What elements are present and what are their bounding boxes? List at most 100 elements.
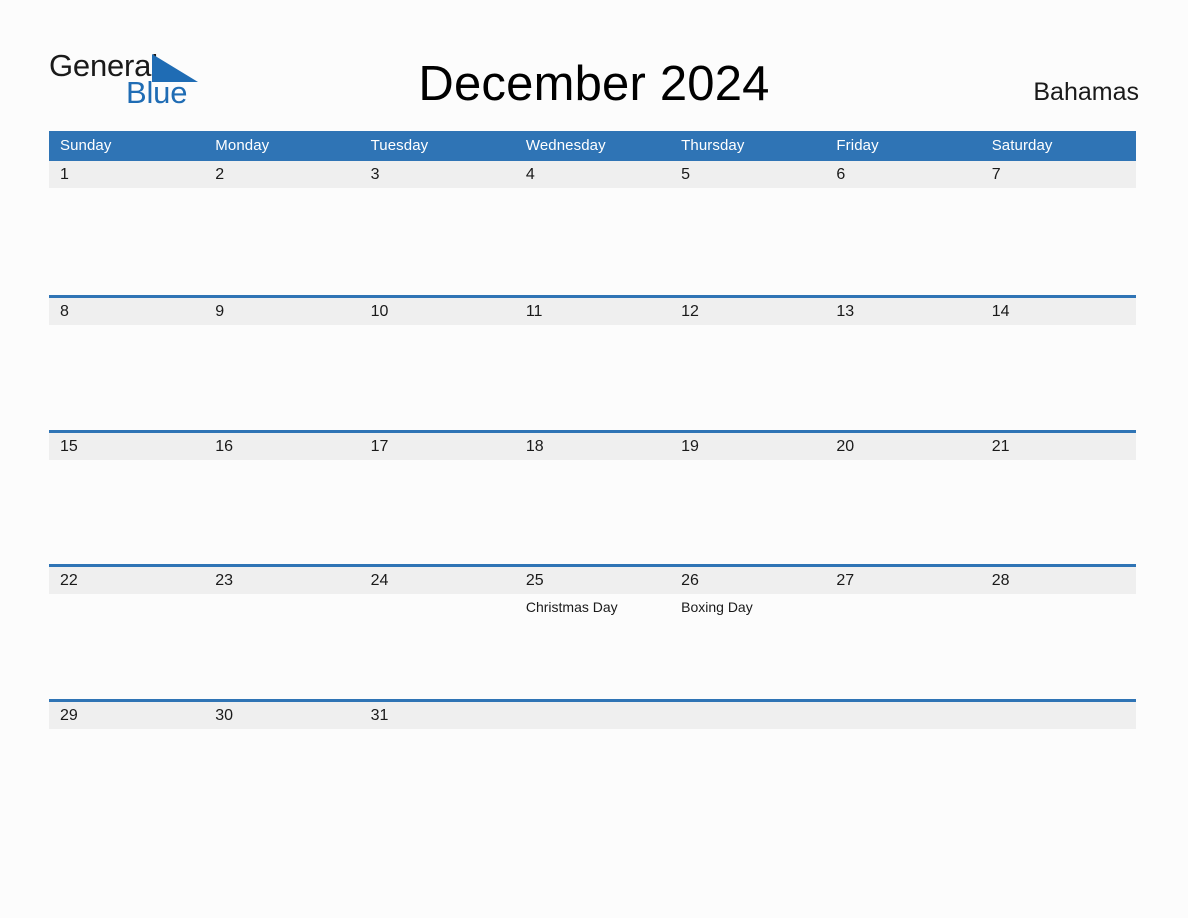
day-cell[interactable] [825,702,980,834]
day-event [215,594,359,597]
day-number: 28 [991,572,1010,589]
day-cell[interactable]: 20 [825,433,980,565]
day-number: 27 [836,572,855,589]
day-number: 19 [681,437,699,455]
day-cell[interactable]: 16 [204,433,359,565]
day-cell[interactable]: 15 [49,433,204,565]
day-event [526,460,670,463]
day-event [371,188,515,191]
day-cell[interactable]: 6 [825,161,980,295]
day-cell[interactable]: 7 [981,161,1136,295]
day-cell[interactable]: 11 [515,298,670,430]
day-cell[interactable] [515,702,670,834]
day-number: 20 [836,437,855,455]
day-cell[interactable]: 14 [981,298,1136,430]
day-number: 4 [525,166,535,183]
day-number: 6 [836,166,846,183]
day-event [371,594,515,597]
day-event [60,729,204,732]
day-event [992,594,1136,597]
page-header: General Blue December 2024 Bahamas [0,0,1188,131]
day-event [526,325,670,328]
day-cell[interactable]: 31 [360,702,515,834]
day-number: 15 [60,437,78,455]
day-cell[interactable]: 13 [825,298,980,430]
weekday-header-friday: Friday [836,137,879,154]
day-number: 25 [525,572,544,589]
weekday-header-tuesday: Tuesday [370,137,429,154]
day-number: 2 [215,166,225,183]
day-event [992,188,1136,191]
day-cell[interactable]: 1 [49,161,204,295]
day-cell[interactable]: 28 [981,567,1136,699]
day-cell[interactable]: 8 [49,298,204,430]
day-cell[interactable]: 12 [670,298,825,430]
day-cell[interactable]: 3 [360,161,515,295]
day-cell[interactable]: 9 [204,298,359,430]
day-cell[interactable] [981,702,1136,834]
day-event [836,325,980,328]
day-cell[interactable]: 30 [204,702,359,834]
day-cell[interactable]: 10 [360,298,515,430]
day-number: 17 [370,437,389,455]
day-number: 11 [525,303,543,320]
day-cell[interactable]: 25 Christmas Day [515,567,670,699]
day-event [836,594,980,597]
day-number: 13 [836,303,855,320]
day-cell[interactable]: 22 [49,567,204,699]
weekday-header-row: Sunday Monday Tuesday Wednesday Thursday… [49,131,1136,161]
day-event [836,188,980,191]
day-number: 26 [681,572,699,589]
week-row: 29 30 31 [49,698,1136,834]
day-event [371,460,515,463]
day-event [215,729,359,732]
calendar-page: General Blue December 2024 Bahamas Sunda… [0,0,1188,918]
day-number: 24 [370,572,389,589]
day-number: 29 [60,706,78,724]
page-title: December 2024 [418,57,770,111]
day-number: 1 [60,166,69,183]
day-cell[interactable]: 24 [360,567,515,699]
day-cell[interactable]: 29 [49,702,204,834]
day-cell[interactable]: 21 [981,433,1136,565]
day-number: 22 [60,572,78,589]
day-cell[interactable]: 23 [204,567,359,699]
day-cell[interactable]: 4 [515,161,670,295]
day-cell[interactable]: 26 Boxing Day [670,567,825,699]
day-event [215,325,359,328]
day-number: 23 [215,572,234,589]
day-cell[interactable]: 19 [670,433,825,565]
day-number: 9 [215,303,225,320]
day-number: 5 [681,166,691,183]
day-number: 12 [681,303,699,320]
day-event [836,460,980,463]
day-event [992,460,1136,463]
day-event [681,325,825,328]
day-number: 21 [991,437,1010,455]
day-event [526,729,670,732]
week-row: 8 9 10 11 12 13 14 [49,295,1136,430]
day-number: 14 [991,303,1010,320]
day-cell[interactable]: 27 [825,567,980,699]
day-event [215,188,359,191]
day-cell[interactable]: 18 [515,433,670,565]
day-event [992,729,1136,732]
day-event: Christmas Day [525,599,618,615]
day-cell[interactable]: 5 [670,161,825,295]
day-cell[interactable]: 2 [204,161,359,295]
day-number: 16 [215,437,234,455]
day-number: 30 [215,706,234,724]
day-event [60,460,204,463]
day-number: 8 [60,303,69,320]
weekday-header-sunday: Sunday [60,137,112,154]
week-row: 22 23 24 25 Christmas Day 26 Boxing Day … [49,564,1136,699]
weekday-header-saturday: Saturday [991,137,1053,154]
day-cell[interactable]: 17 [360,433,515,565]
day-cell[interactable] [670,702,825,834]
day-event [681,460,825,463]
day-event [681,729,825,732]
day-event [215,460,359,463]
country-label: Bahamas [1033,78,1139,106]
day-number: 7 [991,166,1001,183]
weekday-header-thursday: Thursday [681,137,745,154]
